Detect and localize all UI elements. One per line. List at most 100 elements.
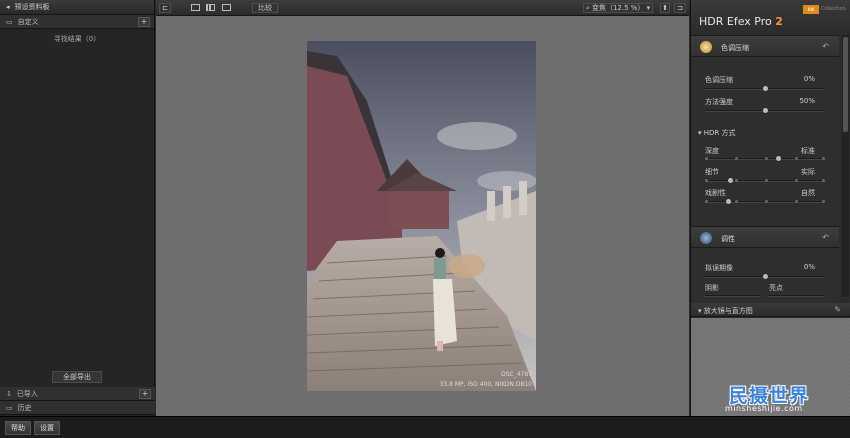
tone-compression-value: 0% [803, 75, 815, 83]
adjustments-panel: NIK Collection HDR Efex Pro 2 色调压缩 ↶ 色调压… [690, 0, 850, 416]
tone-compression-label: 色调压缩 [705, 76, 733, 84]
slider-tick [822, 179, 825, 182]
add-custom-button[interactable]: + [138, 17, 150, 27]
export-all-button[interactable]: 全部导出 [52, 371, 102, 383]
exposure-label: 拟误期像 [705, 264, 733, 272]
split-view-icon[interactable] [206, 4, 215, 11]
magnifier-histogram-header[interactable]: ▾ 放大镜与直方图 ✎ [691, 303, 850, 317]
scroll-thumb[interactable] [843, 37, 848, 132]
detail-slider[interactable] [705, 178, 825, 183]
custom-presets-row[interactable]: ▭ 自定义 + [0, 15, 154, 29]
slider-tick [765, 200, 768, 203]
slider-tick [705, 200, 708, 203]
panel-scrollbar[interactable] [842, 35, 849, 297]
settings-button[interactable]: 设置 [34, 421, 60, 435]
slider-knob[interactable] [776, 156, 782, 161]
help-button[interactable]: 帮助 [5, 421, 31, 435]
collapse-arrow-icon: ◂ [6, 3, 10, 11]
hdr-method-toggle[interactable]: ▾ HDR 方式 [698, 128, 736, 138]
drama-value: 自然 [801, 189, 815, 197]
presets-header[interactable]: ◂ 预设资料板 [0, 0, 154, 15]
photo-illustration [307, 41, 536, 391]
slider-tick [822, 200, 825, 203]
tone-circle-icon [700, 232, 712, 244]
search-result-text: 寻找结果（0） [53, 35, 101, 43]
photo-info: 33.8 MP, ISO 400, NIKON D810 [439, 381, 532, 388]
toggle-left-panel-button[interactable]: ⊏ [159, 3, 171, 13]
reset-icon[interactable]: ↶ [822, 42, 829, 51]
slider-knob[interactable] [762, 108, 768, 113]
slider-tick [735, 179, 738, 182]
photo-filename: DSC_4787 [501, 371, 532, 378]
tone-compression-section: 色调压缩 ↶ 色调压缩 0% 方法强度 50% ▾ HDR 方式 深度 标准 细… [691, 35, 839, 226]
import-icon: ⇩ [6, 389, 12, 398]
method-strength-value: 50% [799, 97, 815, 105]
depth-slider[interactable] [705, 156, 825, 161]
bottom-bar: 帮助 设置 [0, 416, 850, 438]
sun-icon [700, 41, 712, 53]
magnifier-view: 民摄世界 minsheshijie.com [691, 318, 850, 416]
side-by-side-view-icon[interactable] [222, 4, 231, 11]
slider-tick [795, 179, 798, 182]
tone-compression-title: 色调压缩 [721, 44, 749, 52]
reset-icon[interactable]: ↶ [822, 233, 829, 242]
slider-tick [795, 200, 798, 203]
nik-logo: NIK [803, 5, 819, 14]
slider-tick [795, 157, 798, 160]
presets-panel: ◂ 预设资料板 ▭ 自定义 + 寻找结果（0） 全部导出 ⇩ 已导入 + ▭ 历… [0, 0, 155, 416]
loupe-toggle-button[interactable]: ⬆ [660, 3, 670, 13]
toning-section: 调性 ↶ 拟误期像 0% 阴影 亮点 [691, 226, 839, 302]
highlights-slider[interactable] [769, 295, 825, 297]
slider-tick [705, 157, 708, 160]
slider-knob[interactable] [762, 274, 768, 279]
detail-label: 细节 [705, 168, 719, 176]
tone-compression-slider[interactable] [705, 86, 825, 91]
detail-value: 实际 [801, 168, 815, 176]
top-toolbar: ⊏ 比较 ⌕ 变焦（12.5 %） ▾ ⬆ ⊐ [156, 0, 689, 16]
history-icon: ▭ [6, 403, 13, 412]
watermark-url: minsheshijie.com [725, 404, 803, 413]
method-strength-label: 方法强度 [705, 98, 733, 106]
slider-knob[interactable] [728, 178, 733, 183]
compare-button[interactable]: 比较 [252, 3, 278, 13]
presets-title: 预设资料板 [14, 3, 50, 11]
slider-tick [705, 179, 708, 182]
single-view-icon[interactable] [191, 4, 200, 11]
imported-row[interactable]: ⇩ 已导入 + [0, 387, 155, 401]
depth-value: 标准 [801, 147, 815, 155]
image-canvas[interactable]: DSC_4787 33.8 MP, ISO 400, NIKON D810 [156, 16, 689, 416]
shadows-label: 阴影 [705, 284, 719, 292]
slider-tick [765, 179, 768, 182]
tone-compression-header[interactable]: 色调压缩 ↶ [691, 35, 839, 57]
add-import-button[interactable]: + [139, 389, 151, 399]
preview-image[interactable]: DSC_4787 33.8 MP, ISO 400, NIKON D810 [307, 41, 536, 391]
toning-title: 调性 [721, 235, 735, 243]
drama-slider[interactable] [705, 199, 825, 204]
slider-tick [735, 157, 738, 160]
method-strength-slider[interactable] [705, 108, 825, 113]
exposure-value: 0% [803, 263, 815, 271]
collection-label: Collection [821, 6, 846, 12]
drama-label: 戏剧性 [705, 189, 726, 197]
depth-label: 深度 [705, 147, 719, 155]
pin-icon[interactable]: ✎ [834, 305, 841, 314]
zoom-dropdown[interactable]: ⌕ 变焦（12.5 %） ▾ [583, 3, 653, 13]
slider-knob[interactable] [725, 199, 731, 204]
slider-tick [822, 157, 825, 160]
chevron-down-icon: ▾ [646, 4, 651, 12]
history-label: 历史 [17, 403, 32, 412]
zoom-label: 变焦（12.5 %） [591, 4, 645, 12]
history-row[interactable]: ▭ 历史 [0, 401, 155, 415]
toggle-right-panel-button[interactable]: ⊐ [674, 3, 686, 13]
magnifier-icon: ⌕ [585, 4, 590, 12]
magnifier-toggle[interactable]: ▾ 放大镜与直方图 [698, 306, 753, 316]
toning-header[interactable]: 调性 ↶ [691, 226, 839, 248]
slider-tick [735, 200, 738, 203]
shadows-slider[interactable] [705, 295, 761, 297]
slider-tick [765, 157, 768, 160]
exposure-slider[interactable] [705, 274, 825, 279]
custom-label: 自定义 [17, 17, 39, 26]
folder-icon: ▭ [6, 17, 13, 26]
panel-header: NIK Collection HDR Efex Pro 2 [691, 0, 850, 35]
slider-knob[interactable] [762, 86, 768, 91]
